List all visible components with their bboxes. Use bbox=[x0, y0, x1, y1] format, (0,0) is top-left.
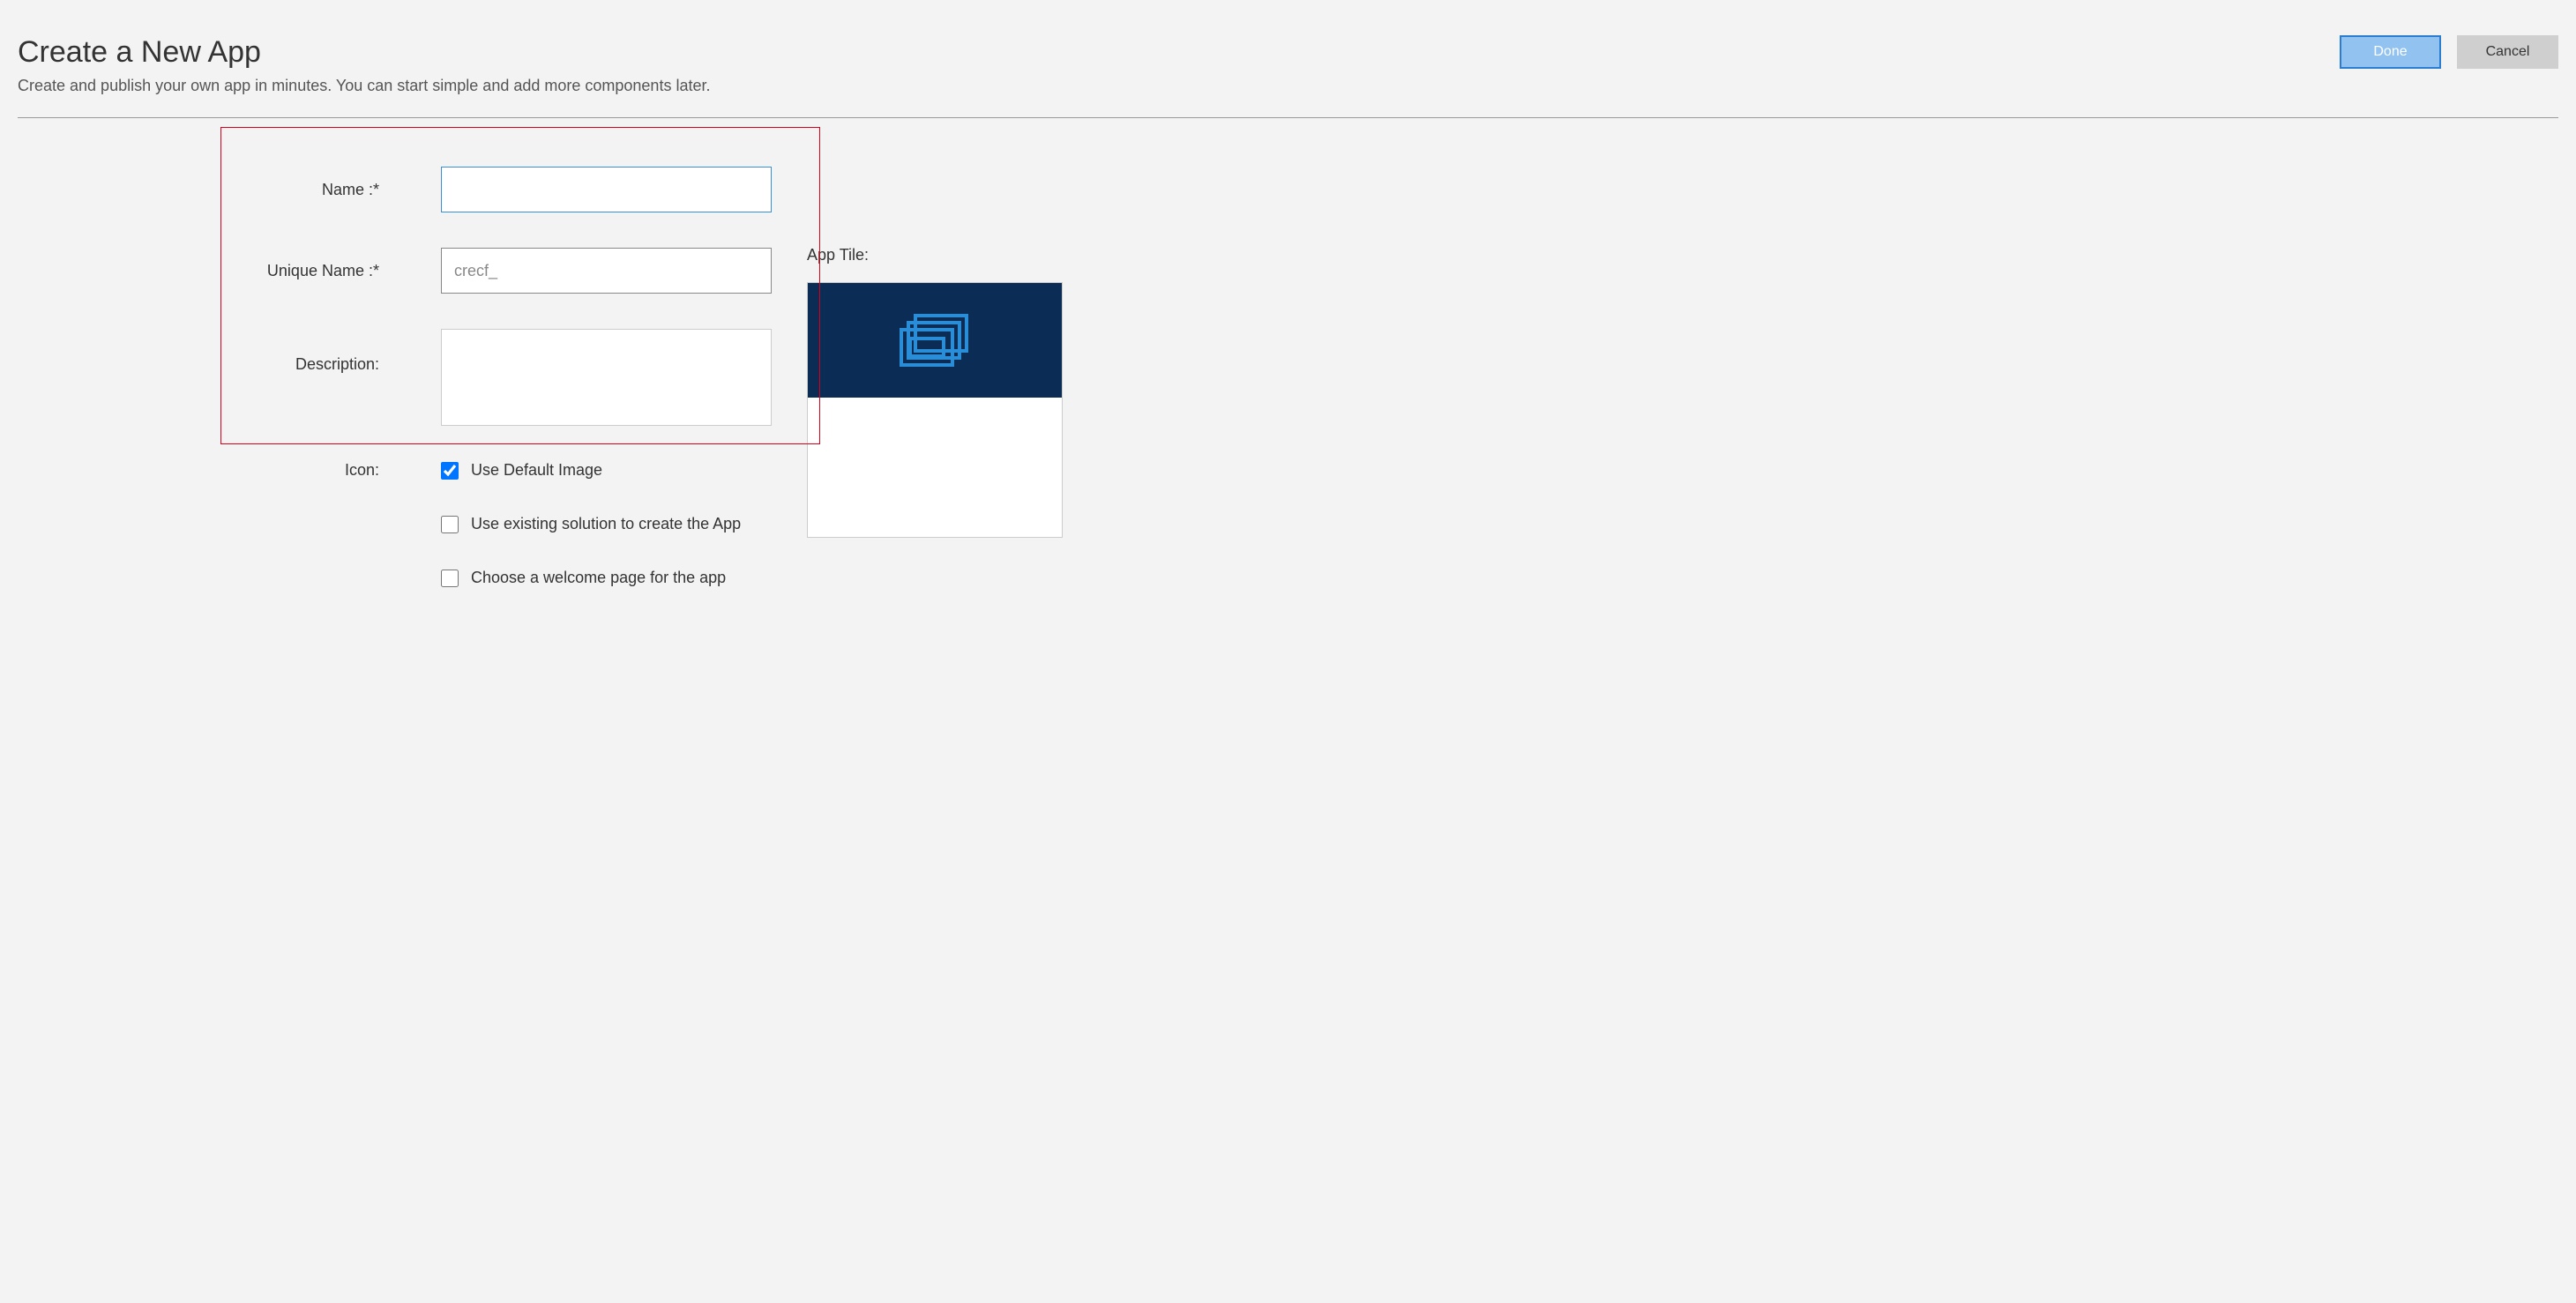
name-input[interactable] bbox=[441, 167, 772, 212]
name-label: Name :* bbox=[18, 181, 441, 199]
form-area: Name :* Unique Name :* Description: Icon… bbox=[18, 127, 772, 622]
app-tile-preview bbox=[807, 282, 1063, 538]
app-tile-header bbox=[808, 283, 1062, 398]
choose-welcome-page-label: Choose a welcome page for the app bbox=[471, 569, 726, 587]
page-subtitle: Create and publish your own app in minut… bbox=[18, 77, 2340, 95]
choose-welcome-page-checkbox[interactable] bbox=[441, 570, 459, 587]
header-divider bbox=[18, 117, 2558, 118]
unique-name-input[interactable] bbox=[441, 248, 772, 294]
app-tile-icon bbox=[900, 313, 970, 368]
description-label: Description: bbox=[18, 329, 441, 374]
done-button[interactable]: Done bbox=[2340, 35, 2441, 69]
use-default-image-checkbox[interactable] bbox=[441, 462, 459, 480]
unique-name-label: Unique Name :* bbox=[18, 262, 441, 280]
icon-label: Icon: bbox=[18, 461, 441, 480]
app-tile-label: App Tile: bbox=[807, 246, 1063, 264]
header: Create a New App Create and publish your… bbox=[18, 18, 2558, 108]
use-existing-solution-label: Use existing solution to create the App bbox=[471, 515, 741, 533]
use-default-image-label: Use Default Image bbox=[471, 461, 602, 480]
header-buttons: Done Cancel bbox=[2340, 35, 2558, 69]
cancel-button[interactable]: Cancel bbox=[2457, 35, 2558, 69]
description-textarea[interactable] bbox=[441, 329, 772, 426]
page-title: Create a New App bbox=[18, 35, 2340, 70]
use-existing-solution-checkbox[interactable] bbox=[441, 516, 459, 533]
